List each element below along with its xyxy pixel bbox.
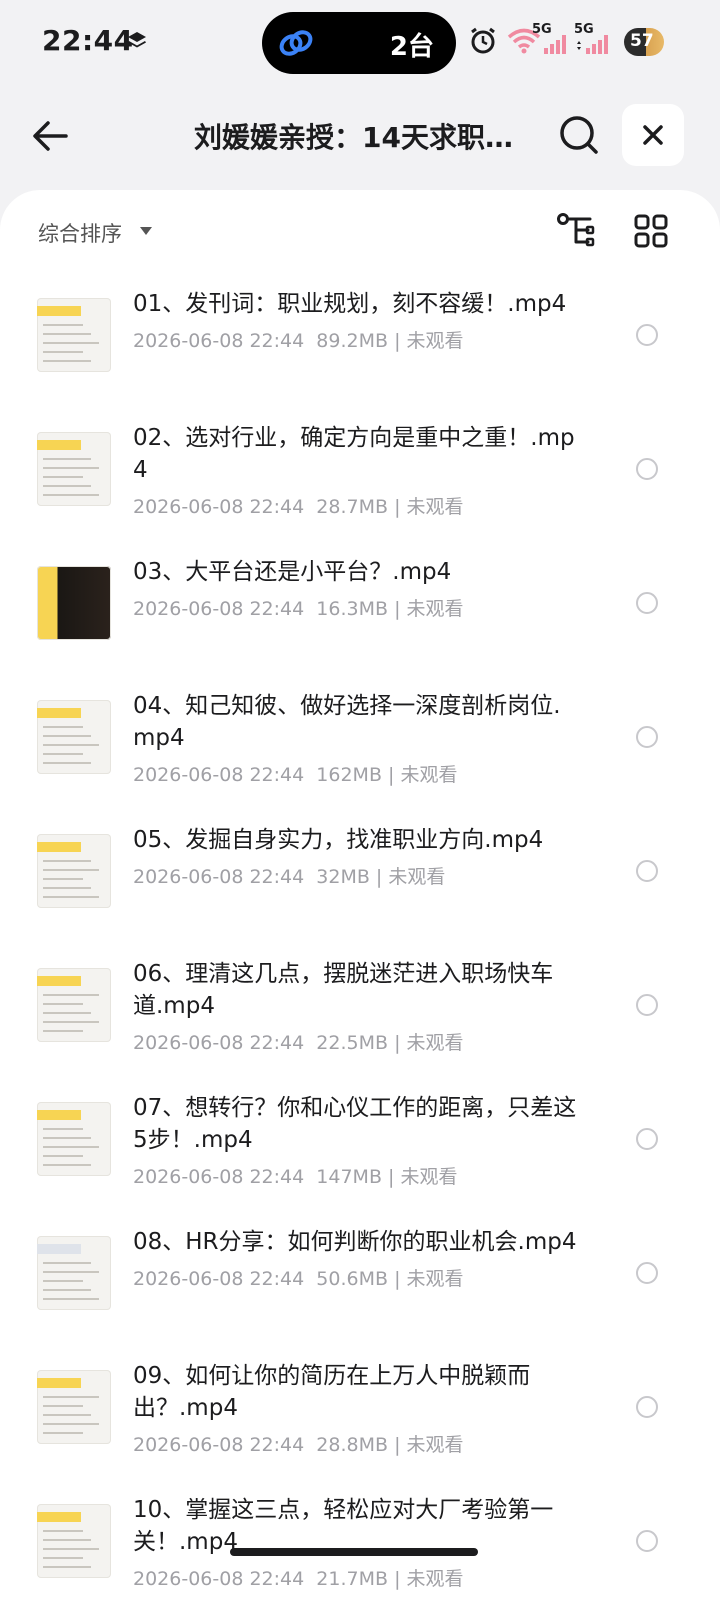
back-arrow-icon[interactable] <box>30 116 70 156</box>
file-meta: 2026-06-08 22:44 147MB | 未观看 <box>133 1166 458 1188</box>
file-list-card: 综合排序 01、发刊词：职业规划，刻不容缓！.mp4 2026-06-08 22:… <box>0 190 720 1600</box>
file-name: 07、想转行？你和心仪工作的距离，只差这5步！.mp4 <box>133 1095 577 1153</box>
alarm-icon <box>471 27 495 54</box>
select-radio[interactable] <box>636 1396 658 1418</box>
grid-view-icon[interactable] <box>634 214 668 248</box>
select-radio[interactable] <box>636 1262 658 1284</box>
status-bar: 22:44 2台 5G 5G 57 <box>0 0 720 86</box>
file-list-item[interactable]: 01、发刊词：职业规划，刻不容缓！.mp4 2026-06-08 22:44 89… <box>0 268 720 402</box>
file-name: 08、HR分享：如何判断你的职业机会.mp4 <box>133 1229 577 1255</box>
select-radio[interactable] <box>636 726 658 748</box>
video-thumbnail <box>37 298 111 372</box>
video-thumbnail <box>37 968 111 1042</box>
video-thumbnail <box>37 1102 111 1176</box>
video-thumbnail <box>37 566 111 640</box>
file-meta: 2026-06-08 22:44 21.7MB | 未观看 <box>133 1568 464 1590</box>
caret-down-icon[interactable] <box>140 226 152 236</box>
file-meta: 2026-06-08 22:44 28.7MB | 未观看 <box>133 496 464 518</box>
file-info: 04、知己知彼、做好选择一深度剖析岗位.mp4 2026-06-08 22:44 … <box>133 690 581 787</box>
device-count: 2台 <box>389 32 434 62</box>
file-list-item[interactable]: 05、发掘自身实力，找准职业方向.mp4 2026-06-08 22:44 32M… <box>0 804 720 938</box>
file-meta: 2026-06-08 22:44 22.5MB | 未观看 <box>133 1032 464 1054</box>
file-info: 10、掌握这三点，轻松应对大厂考验第一关！.mp4 2026-06-08 22:4… <box>133 1494 581 1591</box>
select-radio[interactable] <box>636 860 658 882</box>
file-list-item[interactable]: 02、选对行业，确定方向是重中之重！.mp4 2026-06-08 22:44 2… <box>0 402 720 536</box>
battery-level: 57 <box>630 31 654 51</box>
file-info: 09、如何让你的简历在上万人中脱颖而出？.mp4 2026-06-08 22:44… <box>133 1360 581 1457</box>
close-icon <box>643 125 663 145</box>
page-title: 刘媛媛亲授：14天求职… <box>194 121 513 154</box>
file-meta: 2026-06-08 22:44 89.2MB | 未观看 <box>133 330 464 352</box>
file-meta: 2026-06-08 22:44 16.3MB | 未观看 <box>133 598 464 620</box>
home-indicator[interactable] <box>230 1548 478 1556</box>
file-name: 02、选对行业，确定方向是重中之重！.mp4 <box>133 425 575 483</box>
file-meta: 2026-06-08 22:44 32MB | 未观看 <box>133 866 446 888</box>
video-thumbnail <box>37 700 111 774</box>
file-meta: 2026-06-08 22:44 28.8MB | 未观看 <box>133 1434 464 1456</box>
file-list: 01、发刊词：职业规划，刻不容缓！.mp4 2026-06-08 22:44 89… <box>0 268 720 1600</box>
battery-indicator: 57 <box>624 28 664 56</box>
file-info: 06、理清这几点，摆脱迷茫进入职场快车道.mp4 2026-06-08 22:44… <box>133 958 581 1055</box>
select-radio[interactable] <box>636 1530 658 1552</box>
select-radio[interactable] <box>636 1128 658 1150</box>
file-info: 01、发刊词：职业规划，刻不容缓！.mp4 2026-06-08 22:44 89… <box>133 288 581 353</box>
search-icon[interactable] <box>558 114 600 156</box>
select-radio[interactable] <box>636 458 658 480</box>
file-list-item[interactable]: 03、大平台还是小平台？.mp4 2026-06-08 22:44 16.3MB … <box>0 536 720 670</box>
close-button[interactable] <box>622 104 684 166</box>
file-info: 07、想转行？你和心仪工作的距离，只差这5步！.mp4 2026-06-08 22… <box>133 1092 581 1189</box>
video-thumbnail <box>37 432 111 506</box>
file-list-item[interactable]: 04、知己知彼、做好选择一深度剖析岗位.mp4 2026-06-08 22:44 … <box>0 670 720 804</box>
layers-icon <box>128 32 146 48</box>
dynamic-island[interactable]: 2台 <box>262 12 456 74</box>
file-list-item[interactable]: 10、掌握这三点，轻松应对大厂考验第一关！.mp4 2026-06-08 22:4… <box>0 1474 720 1600</box>
file-list-item[interactable]: 08、HR分享：如何判断你的职业机会.mp4 2026-06-08 22:44 5… <box>0 1206 720 1340</box>
signal-sim2: 5G <box>574 22 614 56</box>
file-list-item[interactable]: 06、理清这几点，摆脱迷茫进入职场快车道.mp4 2026-06-08 22:44… <box>0 938 720 1072</box>
sort-dropdown[interactable]: 综合排序 <box>38 218 122 248</box>
file-meta: 2026-06-08 22:44 50.6MB | 未观看 <box>133 1268 464 1290</box>
file-name: 03、大平台还是小平台？.mp4 <box>133 559 452 585</box>
signal-bars-icon <box>544 35 566 54</box>
signal-sim1: 5G <box>532 22 572 56</box>
file-meta: 2026-06-08 22:44 162MB | 未观看 <box>133 764 458 786</box>
select-radio[interactable] <box>636 994 658 1016</box>
file-name: 05、发掘自身实力，找准职业方向.mp4 <box>133 827 544 853</box>
video-thumbnail <box>37 1370 111 1444</box>
file-name: 04、知己知彼、做好选择一深度剖析岗位.mp4 <box>133 693 561 751</box>
file-info: 03、大平台还是小平台？.mp4 2026-06-08 22:44 16.3MB … <box>133 556 581 621</box>
tree-view-icon[interactable] <box>556 212 596 248</box>
video-thumbnail <box>37 834 111 908</box>
signal-bars-icon <box>577 35 608 54</box>
file-list-item[interactable]: 09、如何让你的简历在上万人中脱颖而出？.mp4 2026-06-08 22:44… <box>0 1340 720 1474</box>
file-name: 06、理清这几点，摆脱迷茫进入职场快车道.mp4 <box>133 961 554 1019</box>
file-info: 05、发掘自身实力，找准职业方向.mp4 2026-06-08 22:44 32M… <box>133 824 581 889</box>
file-info: 02、选对行业，确定方向是重中之重！.mp4 2026-06-08 22:44 2… <box>133 422 581 519</box>
file-list-item[interactable]: 07、想转行？你和心仪工作的距离，只差这5步！.mp4 2026-06-08 22… <box>0 1072 720 1206</box>
link-icon <box>279 30 313 56</box>
file-info: 08、HR分享：如何判断你的职业机会.mp4 2026-06-08 22:44 5… <box>133 1226 581 1291</box>
top-app-bar: 刘媛媛亲授：14天求职… <box>0 96 720 176</box>
sort-toolbar: 综合排序 <box>0 190 720 270</box>
file-name: 09、如何让你的简历在上万人中脱颖而出？.mp4 <box>133 1363 531 1421</box>
select-radio[interactable] <box>636 592 658 614</box>
status-time: 22:44 <box>42 24 134 57</box>
video-thumbnail <box>37 1504 111 1578</box>
video-thumbnail <box>37 1236 111 1310</box>
select-radio[interactable] <box>636 324 658 346</box>
file-name: 01、发刊词：职业规划，刻不容缓！.mp4 <box>133 291 567 317</box>
